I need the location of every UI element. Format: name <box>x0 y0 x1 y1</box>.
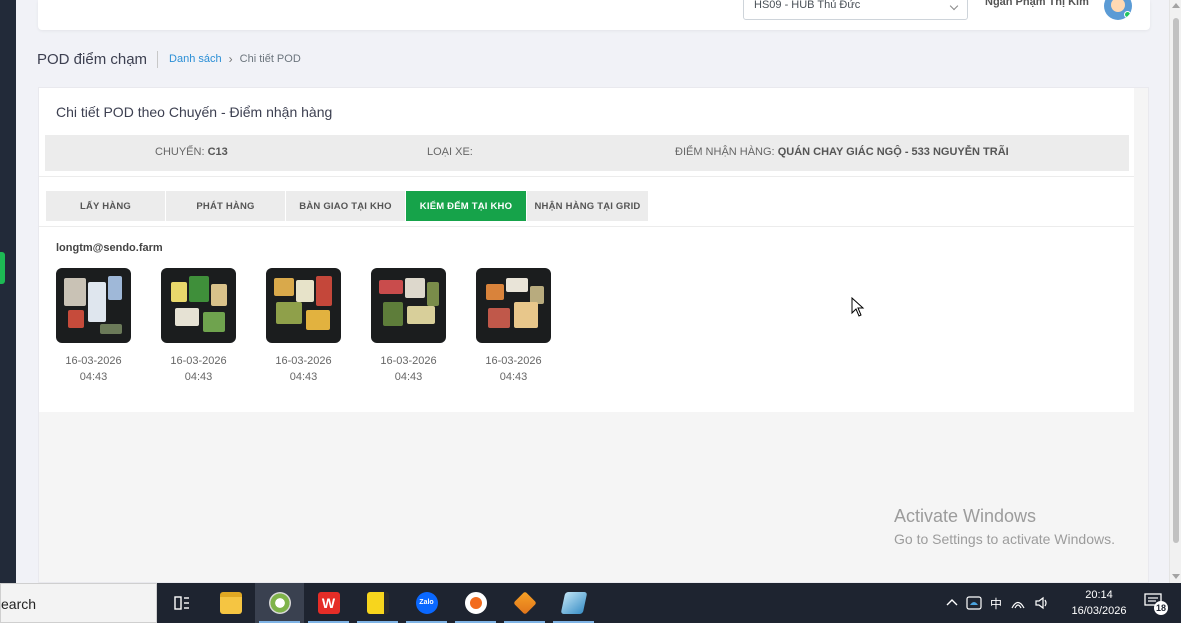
wps-icon[interactable]: W <box>304 583 353 623</box>
photo-item: 16-03-2026 04:43 <box>56 268 161 385</box>
taskbar-apps: W Zalo <box>157 583 598 623</box>
system-tray: 中 <box>946 583 1048 623</box>
browser-icon[interactable] <box>255 583 304 623</box>
photo-timestamp: 16-03-2026 04:43 <box>56 353 131 385</box>
vehicle-label: LOẠI XE: <box>427 146 473 158</box>
zalo-icon[interactable]: Zalo <box>402 583 451 623</box>
photo-item: 16-03-2026 04:43 <box>371 268 476 385</box>
taskbar-clock[interactable]: 20:14 16/03/2026 <box>1068 587 1130 619</box>
photo-time: 04:43 <box>289 371 318 383</box>
photo-date: 16-03-2026 <box>485 355 542 367</box>
photo-thumbnail[interactable] <box>371 268 446 343</box>
photo-timestamp: 16-03-2026 04:43 <box>266 353 341 385</box>
scroll-down-icon[interactable] <box>1172 574 1180 579</box>
photo-time: 04:43 <box>394 371 423 383</box>
photo-item: 16-03-2026 04:43 <box>266 268 371 385</box>
photo-thumbnail[interactable] <box>56 268 131 343</box>
volume-icon[interactable] <box>1034 596 1048 610</box>
pickup-info: ĐIỂM NHẬN HÀNG: QUÁN CHAY GIÁC NGỘ - 533… <box>675 146 1009 158</box>
page-title: POD điểm chạm <box>37 50 159 68</box>
tab-phat-hang[interactable]: PHÁT HÀNG <box>166 191 285 221</box>
notification-count-badge: 18 <box>1154 601 1168 615</box>
watermark-title: Activate Windows <box>894 506 1037 526</box>
sticky-notes-icon[interactable] <box>353 583 402 623</box>
photo-thumbnail[interactable] <box>476 268 551 343</box>
photo-gallery: 16-03-2026 04:43 16-03-2026 04:43 16-03-… <box>56 268 581 385</box>
photo-time: 04:43 <box>79 371 108 383</box>
card-title: Chi tiết POD theo Chuyến - Điểm nhận hàn… <box>56 104 333 120</box>
trip-value: C13 <box>207 146 228 158</box>
pickup-value: QUÁN CHAY GIÁC NGỘ - 533 NGUYỄN TRÃI <box>777 146 1009 158</box>
scroll-up-icon[interactable] <box>1172 3 1180 8</box>
chevron-up-icon[interactable] <box>946 597 958 609</box>
breadcrumb: Danh sách › Chi tiết POD <box>158 52 301 66</box>
photo-date: 16-03-2026 <box>380 355 437 367</box>
photo-timestamp: 16-03-2026 04:43 <box>371 353 446 385</box>
pickup-label: ĐIỂM NHẬN HÀNG: <box>675 146 775 158</box>
photo-timestamp: 16-03-2026 04:43 <box>161 353 236 385</box>
clock-date: 16/03/2026 <box>1071 605 1127 617</box>
uploader-email: longtm@sendo.farm <box>56 242 163 254</box>
sublime-icon[interactable] <box>500 583 549 623</box>
taskbar-search-text: earch <box>1 596 37 612</box>
taskbar-search[interactable]: earch <box>0 583 157 623</box>
card-body: Chi tiết POD theo Chuyến - Điểm nhận hàn… <box>39 88 1134 412</box>
photo-item: 16-03-2026 04:43 <box>161 268 266 385</box>
tab-ban-giao-tai-kho[interactable]: BÀN GIAO TẠI KHO <box>286 191 405 221</box>
notification-icon[interactable]: 18 <box>1144 593 1168 615</box>
clock-time: 20:14 <box>1085 589 1113 601</box>
hub-select[interactable]: HS09 - HUB Thủ Đức <box>743 0 968 20</box>
breadcrumb-current: Chi tiết POD <box>239 53 301 65</box>
photo-time: 04:43 <box>184 371 213 383</box>
photo-date: 16-03-2026 <box>65 355 122 367</box>
ime-icon[interactable]: 中 <box>990 595 1002 612</box>
photo-thumbnail[interactable] <box>161 268 236 343</box>
mouse-cursor-icon <box>851 297 865 317</box>
tab-nhan-hang-tai-grid[interactable]: NHẬN HÀNG TẠI GRID <box>527 191 648 221</box>
trip-info-bar: CHUYẾN: C13 LOẠI XE: ĐIỂM NHẬN HÀNG: QUÁ… <box>45 135 1129 171</box>
tabs-divider <box>39 226 1134 227</box>
sidebar-active-marker[interactable] <box>0 252 5 284</box>
activation-watermark: Activate Windows Go to Settings to activ… <box>894 506 1115 547</box>
file-explorer-icon[interactable] <box>206 583 255 623</box>
photo-time: 04:43 <box>499 371 528 383</box>
breadcrumb-link-list[interactable]: Danh sách <box>169 53 222 65</box>
vehicle-info: LOẠI XE: <box>427 146 473 158</box>
remote-access-icon[interactable] <box>451 583 500 623</box>
trip-label: CHUYẾN: <box>155 146 205 158</box>
chevron-down-icon <box>949 1 959 11</box>
app-icon[interactable] <box>549 583 598 623</box>
user-name[interactable]: Ngân Phạm Thị Kim <box>985 0 1089 8</box>
watermark-subtitle: Go to Settings to activate Windows. <box>894 531 1115 547</box>
sidebar-strip <box>0 0 16 583</box>
page-header: POD điểm chạm Danh sách › Chi tiết POD <box>37 48 301 70</box>
breadcrumb-separator: › <box>228 52 233 66</box>
photo-timestamp: 16-03-2026 04:43 <box>476 353 551 385</box>
photo-date: 16-03-2026 <box>170 355 227 367</box>
photo-thumbnail[interactable] <box>266 268 341 343</box>
tab-kiem-dem-tai-kho[interactable]: KIỂM ĐẾM TẠI KHO <box>406 191 526 221</box>
divider <box>39 176 1134 177</box>
avatar-face <box>1111 0 1125 12</box>
windows-taskbar: earch W Zalo 中 20:14 16/03/2026 18 <box>0 583 1181 623</box>
scrollbar-thumb[interactable] <box>1173 18 1179 543</box>
onedrive-icon[interactable] <box>966 596 982 610</box>
hub-select-value: HS09 - HUB Thủ Đức <box>754 0 861 11</box>
photo-item: 16-03-2026 04:43 <box>476 268 581 385</box>
photo-date: 16-03-2026 <box>275 355 332 367</box>
online-status-icon <box>1124 11 1131 18</box>
page-scrollbar[interactable] <box>1169 0 1181 583</box>
top-bar: HS09 - HUB Thủ Đức Ngân Phạm Thị Kim <box>38 0 1150 30</box>
avatar[interactable] <box>1104 0 1132 20</box>
trip-info: CHUYẾN: C13 <box>155 146 228 158</box>
task-view-icon[interactable] <box>157 583 206 623</box>
pod-tabs: LẤY HÀNG PHÁT HÀNG BÀN GIAO TẠI KHO KIỂM… <box>46 191 648 221</box>
wifi-icon[interactable] <box>1010 596 1026 610</box>
tab-lay-hang[interactable]: LẤY HÀNG <box>46 191 165 221</box>
